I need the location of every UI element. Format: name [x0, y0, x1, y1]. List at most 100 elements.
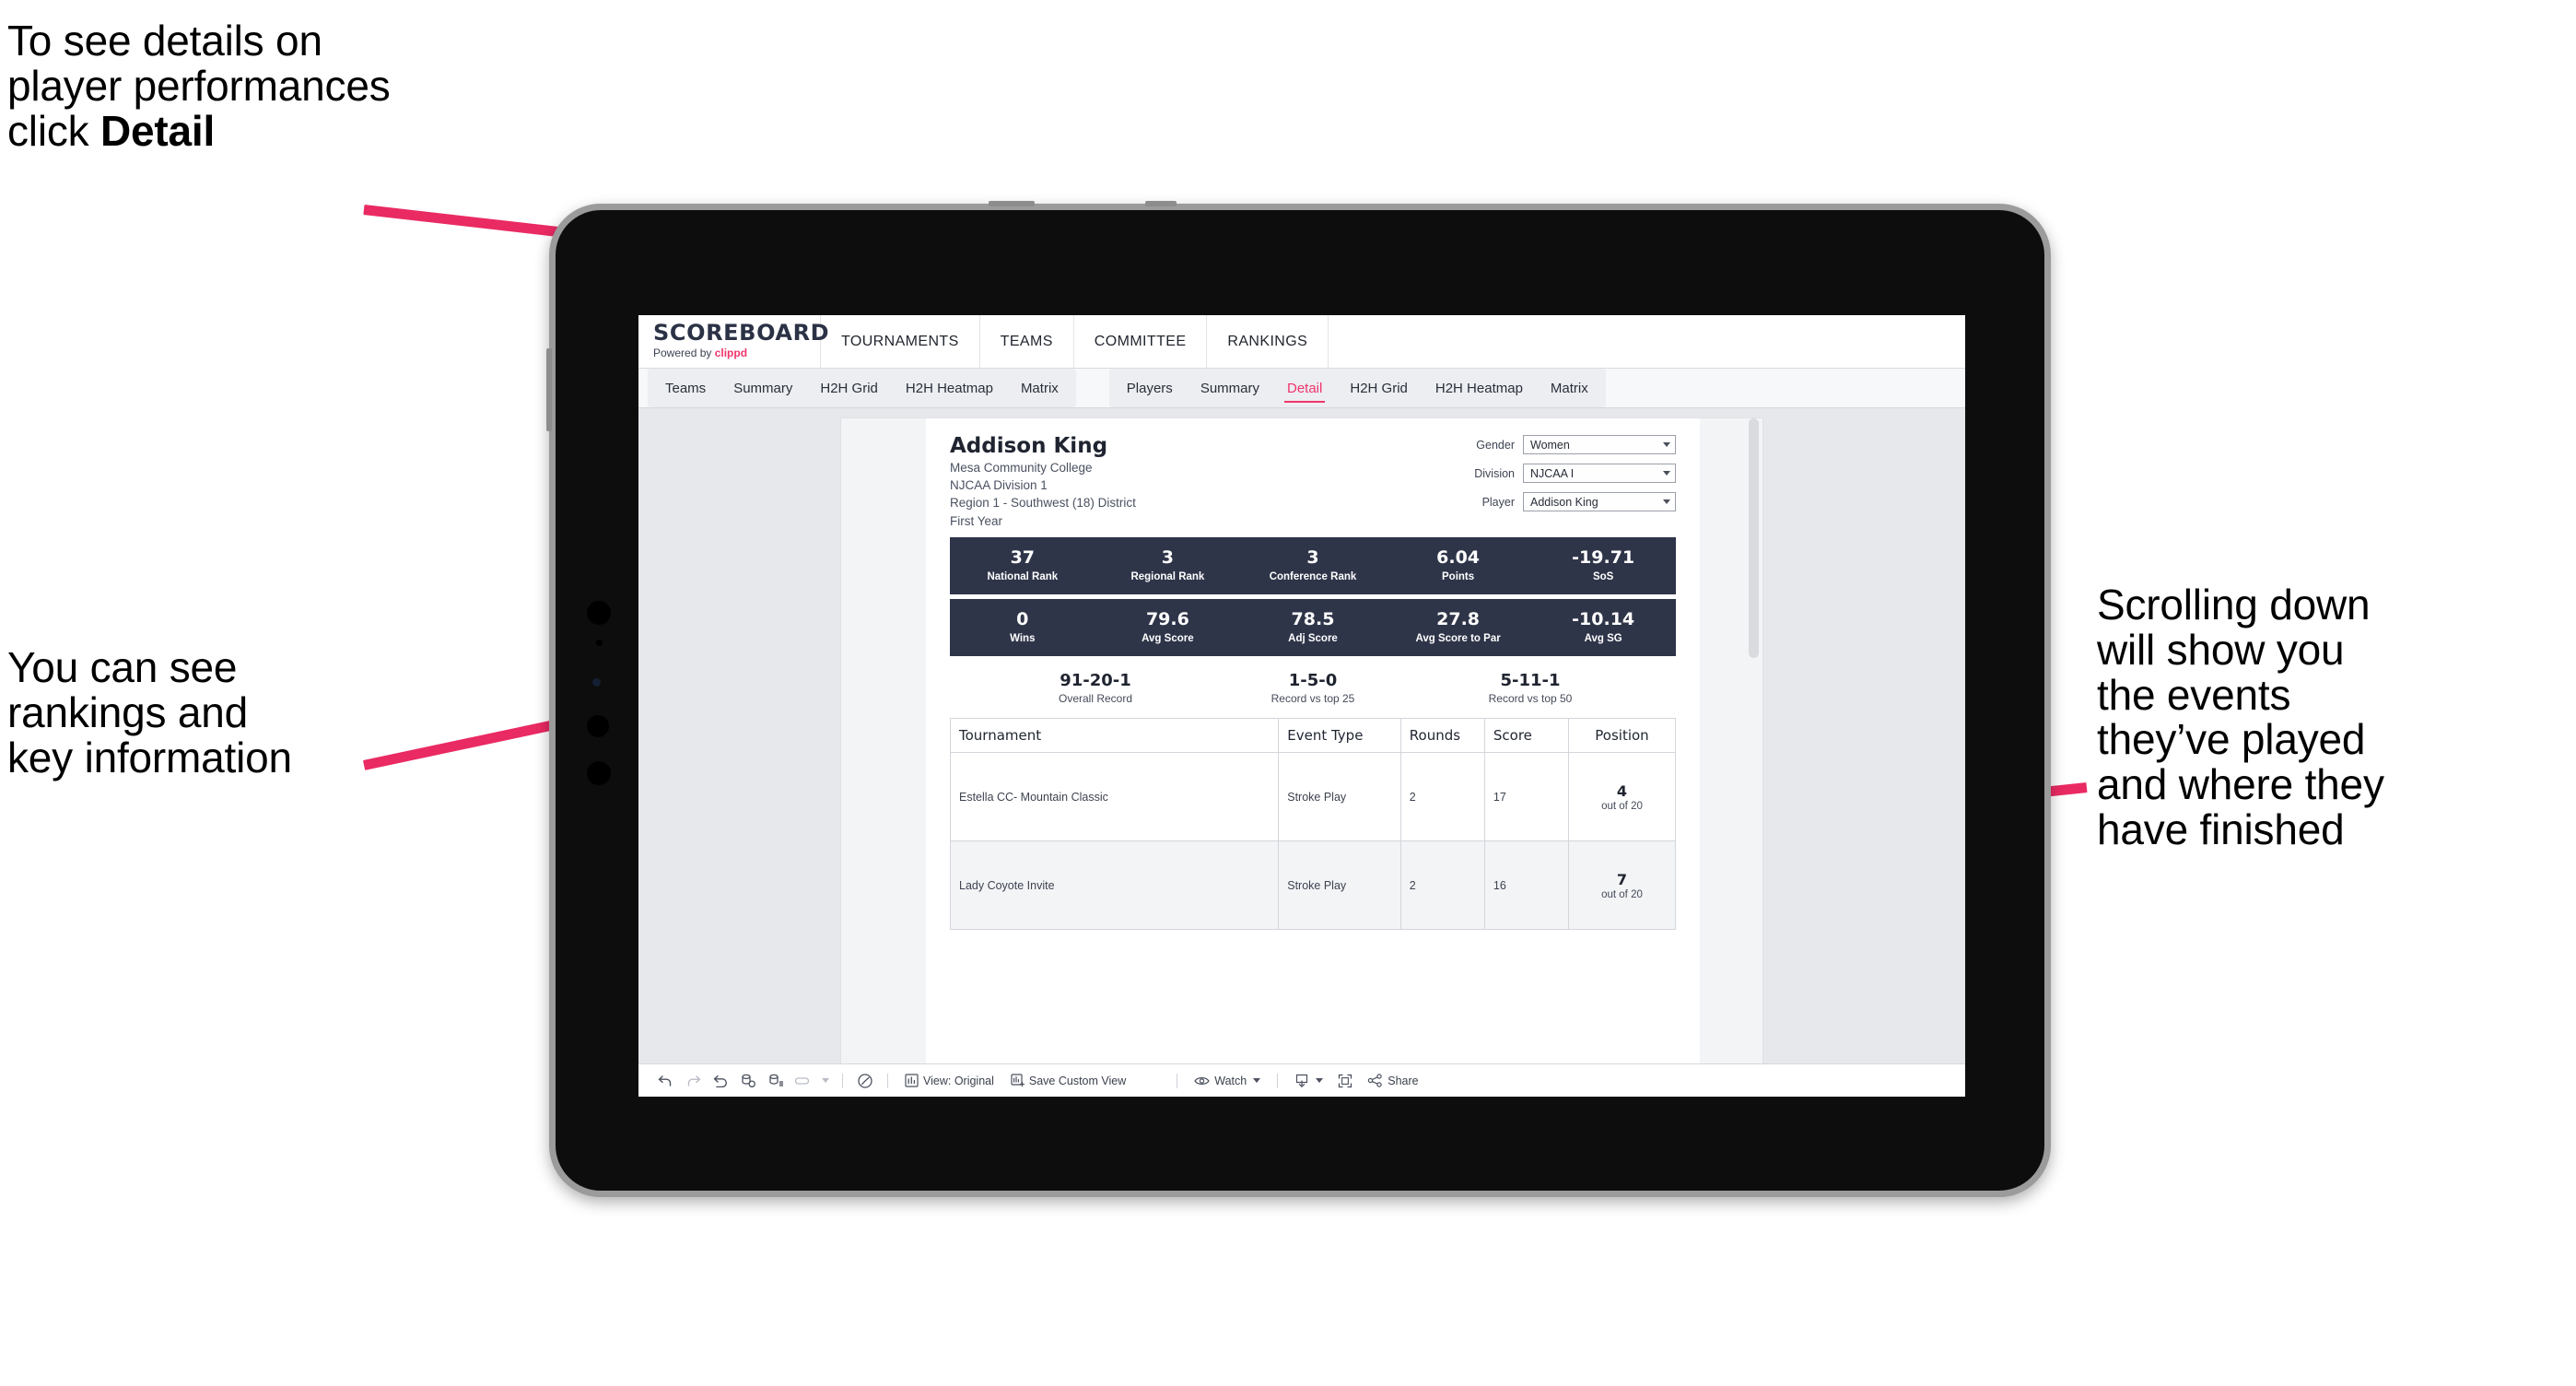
- stats-band-scoring: 0 Wins 79.6 Avg Score 78.5 Adj Score 27.…: [950, 598, 1676, 656]
- tab-teams-h2h-grid[interactable]: H2H Grid: [806, 369, 892, 407]
- tablet-volume-buttons: [989, 201, 1035, 206]
- refresh-data-icon[interactable]: [734, 1071, 762, 1091]
- download-button[interactable]: [1286, 1074, 1331, 1088]
- stat-adj-score: 78.5 Adj Score: [1240, 609, 1386, 644]
- tab-players-h2h-heatmap[interactable]: H2H Heatmap: [1422, 369, 1537, 407]
- primary-navigation: TOURNAMENTS TEAMS COMMITTEE RANKINGS: [821, 315, 1329, 368]
- undo-icon[interactable]: [651, 1071, 679, 1091]
- tab-players-summary[interactable]: Summary: [1187, 369, 1273, 407]
- gender-dropdown[interactable]: Women: [1523, 435, 1676, 454]
- revert-icon[interactable]: [707, 1071, 734, 1091]
- cell-tournament: Estella CC- Mountain Classic: [949, 752, 1280, 842]
- cell-position-value: 4: [1616, 781, 1628, 800]
- col-score[interactable]: Score: [1483, 718, 1569, 754]
- stat-conference-rank-label: Conference Rank: [1269, 571, 1357, 583]
- toolbar-divider: [1277, 1073, 1279, 1088]
- tab-players[interactable]: Players: [1113, 369, 1187, 407]
- division-value: NJCAA I: [1530, 466, 1575, 480]
- col-position[interactable]: Position: [1567, 718, 1677, 754]
- save-custom-view-label: Save Custom View: [1028, 1074, 1127, 1087]
- tablet-power-button: [1145, 201, 1177, 206]
- share-button[interactable]: Share: [1359, 1074, 1426, 1087]
- chevron-down-icon: [1316, 1078, 1324, 1083]
- nav-item-rankings[interactable]: RANKINGS: [1207, 315, 1329, 368]
- stat-points-value: 6.04: [1436, 547, 1481, 569]
- table-row[interactable]: Lady Coyote Invite Stroke Play 2 16 7 ou…: [949, 840, 1677, 931]
- cell-score: 17: [1483, 752, 1569, 842]
- col-rounds[interactable]: Rounds: [1399, 718, 1485, 754]
- division-dropdown[interactable]: NJCAA I: [1523, 464, 1676, 483]
- tab-players-detail[interactable]: Detail: [1273, 369, 1336, 407]
- annotation-right: Scrolling down will show you the events …: [2097, 581, 2384, 853]
- gender-selector-row: Gender Women: [1427, 435, 1676, 454]
- fullscreen-icon[interactable]: [1331, 1071, 1359, 1091]
- save-custom-view-button[interactable]: Save Custom View: [1002, 1074, 1134, 1087]
- sheet-right-gutter: [1700, 418, 1762, 1097]
- cell-score: 16: [1483, 840, 1569, 931]
- dashboard-sheet: Addison King Mesa Community College NJCA…: [841, 418, 1762, 1097]
- stat-adj-score-value: 78.5: [1291, 609, 1335, 630]
- nav-item-committee[interactable]: COMMITTEE: [1074, 315, 1208, 368]
- cell-position: 7 out of 20: [1567, 840, 1677, 931]
- tablet-side-rail: [546, 348, 552, 431]
- tab-teams-matrix[interactable]: Matrix: [1007, 369, 1072, 407]
- stat-conference-rank: 3 Conference Rank: [1240, 547, 1386, 583]
- tablet-mic: [587, 715, 609, 737]
- stat-national-rank: 37 National Rank: [950, 547, 1095, 582]
- view-original-button[interactable]: View: Original: [896, 1074, 1002, 1087]
- sheet-left-gutter: [841, 418, 926, 1097]
- gender-label: Gender: [1476, 438, 1515, 452]
- record-vs-top-25-label: Record vs top 25: [1270, 692, 1355, 706]
- stat-avg-score-to-par: 27.8 Avg Score to Par: [1386, 609, 1531, 644]
- cell-rounds: 2: [1399, 752, 1485, 842]
- stat-points: 6.04 Points: [1386, 547, 1531, 582]
- record-overall-value: 91-20-1: [1060, 670, 1131, 690]
- table-row[interactable]: Estella CC- Mountain Classic Stroke Play…: [949, 752, 1677, 842]
- watch-button[interactable]: Watch: [1186, 1075, 1269, 1087]
- stat-avg-score: 79.6 Avg Score: [1095, 609, 1241, 644]
- table-header-row: Tournament Event Type Rounds Score Posit…: [949, 718, 1677, 754]
- tab-players-matrix[interactable]: Matrix: [1537, 369, 1602, 407]
- tab-teams-summary[interactable]: Summary: [720, 369, 806, 407]
- record-vs-top-50: 5-11-1 Record vs top 50: [1422, 671, 1639, 706]
- stat-sos-label: SoS: [1592, 571, 1614, 583]
- cell-event-type: Stroke Play: [1278, 752, 1401, 842]
- annotation-top-left: To see details on player performances cl…: [7, 18, 597, 153]
- watch-label: Watch: [1214, 1074, 1247, 1087]
- player-selector-row: Player Addison King: [1427, 492, 1676, 511]
- nav-item-tournaments[interactable]: TOURNAMENTS: [821, 315, 980, 368]
- secondary-tab-strip: Teams Summary H2H Grid H2H Heatmap Matri…: [638, 369, 1965, 408]
- col-tournament[interactable]: Tournament: [949, 718, 1280, 754]
- player-value: Addison King: [1530, 495, 1598, 509]
- tab-teams-h2h-heatmap[interactable]: H2H Heatmap: [892, 369, 1007, 407]
- pause-auto-update-icon[interactable]: [851, 1071, 879, 1091]
- tab-players-h2h-grid[interactable]: H2H Grid: [1336, 369, 1422, 407]
- record-overall: 91-20-1 Overall Record: [987, 671, 1204, 706]
- players-tab-group: Players Summary Detail H2H Grid H2H Heat…: [1108, 369, 1606, 407]
- toolbar-divider: [887, 1073, 888, 1088]
- stat-avg-sg-value: -10.14: [1572, 609, 1635, 630]
- chevron-down-icon[interactable]: [817, 1071, 834, 1091]
- vertical-scrollbar[interactable]: [1749, 418, 1759, 658]
- stat-avg-score-value: 79.6: [1145, 609, 1189, 630]
- logo-wordmark: SCOREBOARD: [653, 320, 830, 346]
- pause-data-icon[interactable]: [762, 1071, 790, 1091]
- annotation-top-left-bold: Detail: [100, 106, 216, 155]
- player-name: Addison King: [950, 434, 1108, 458]
- redo-icon[interactable]: [679, 1071, 707, 1091]
- nav-item-teams[interactable]: TEAMS: [980, 315, 1074, 368]
- col-event-type[interactable]: Event Type: [1278, 718, 1401, 754]
- chevron-down-icon: [1663, 442, 1670, 447]
- stat-regional-rank-value: 3: [1161, 547, 1174, 569]
- player-dropdown[interactable]: Addison King: [1523, 492, 1676, 511]
- record-vs-top-50-value: 5-11-1: [1500, 670, 1561, 690]
- stat-national-rank-value: 37: [1010, 547, 1036, 569]
- highlight-icon[interactable]: [790, 1071, 817, 1091]
- bottom-toolbar: View: Original Save Custom View Watch Sh…: [638, 1063, 1965, 1097]
- division-label: Division: [1474, 466, 1515, 480]
- player-school: Mesa Community College: [950, 461, 1093, 476]
- gender-value: Women: [1530, 438, 1570, 452]
- tab-teams[interactable]: Teams: [651, 369, 720, 407]
- app-logo[interactable]: SCOREBOARD Powered by clippd: [638, 315, 830, 368]
- stat-conference-rank-value: 3: [1306, 547, 1319, 569]
